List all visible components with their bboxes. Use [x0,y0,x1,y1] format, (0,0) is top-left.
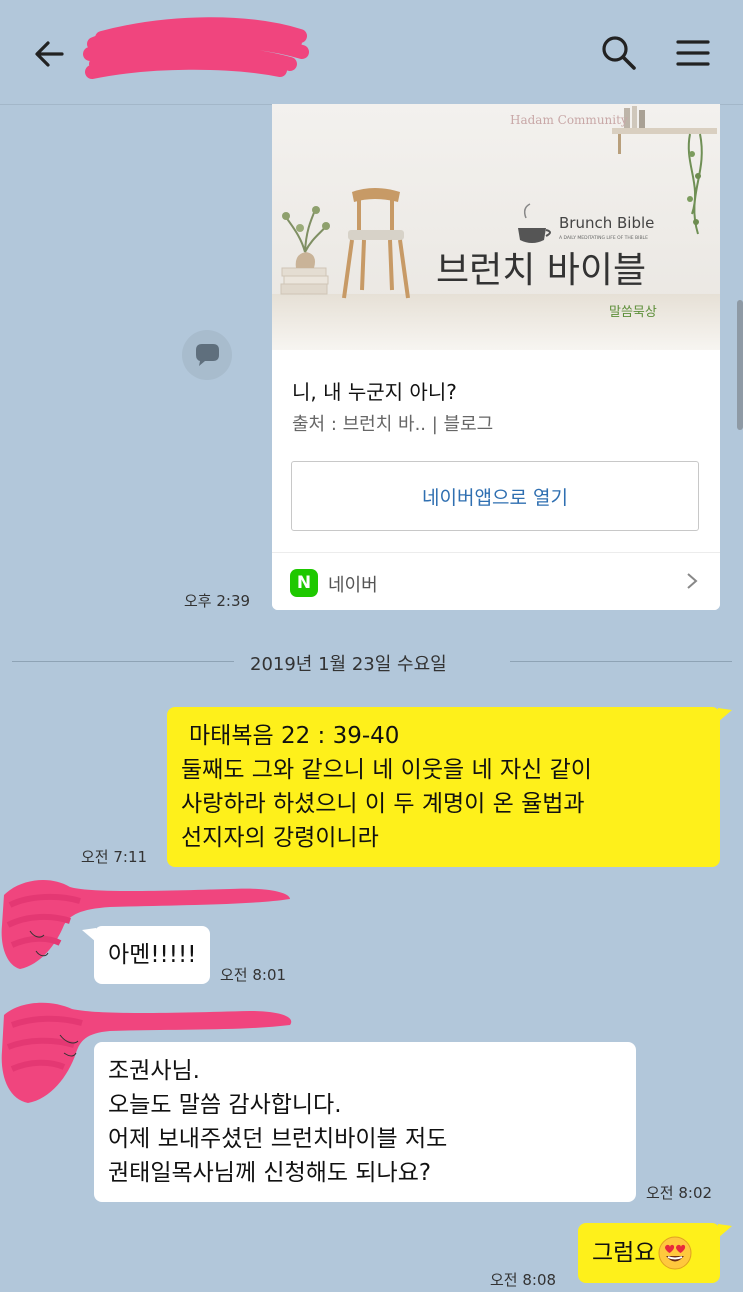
message-bubble-mine[interactable]: 마태복음 22 : 39-40 둘째도 그와 같으니 네 이웃을 네 자신 같이… [167,707,720,867]
message-bubble-theirs[interactable]: 아멘!!!!! [94,926,210,984]
message-bubble-mine[interactable]: 그럼요 [578,1223,720,1283]
message-time: 오후 2:39 [184,592,251,610]
heart-eyes-emoji-icon [658,1236,692,1270]
brand-kr-text: 브런치 바이블 [436,250,646,291]
date-divider-text: 2019년 1월 23일 수요일 [250,654,447,675]
link-preview-card[interactable]: Hadam Community Brunch Bible A DAILY MED… [272,104,720,610]
naver-label: 네이버 [328,575,378,596]
message-text: 그럼요 [592,1240,656,1266]
card-source: 출처 : 브런치 바.. | 블로그 [292,414,494,435]
bubble-tail [718,1224,732,1238]
speech-bubble-icon [196,344,219,366]
message-line: 권태일목사님께 신청해도 되나요? [108,1160,432,1186]
watermark-text: Hadam Community [510,113,628,127]
scrollbar[interactable] [737,300,743,430]
card-footer[interactable]: N 네이버 [272,552,720,610]
card-title: 니, 내 누군지 아니? [292,380,457,404]
brand-subtitle-text: 말씀묵상 [609,305,657,320]
message-time: 오전 8:01 [220,966,287,984]
brand-tagline-text: A DAILY MEDITATING LIFE OF THE BIBLE [559,235,648,241]
divider-line [12,661,234,662]
brand-en-text: Brunch Bible [559,214,654,232]
divider-line [510,661,732,662]
message-time: 오전 8:02 [646,1184,713,1202]
message-line: 사랑하라 하셨으니 이 두 계명이 온 율법과 [181,791,585,817]
arrow-left-icon[interactable] [28,32,72,76]
message-line: 어제 보내주셨던 브런치바이블 저도 [108,1126,448,1152]
open-in-naver-app-button[interactable]: 네이버앱으로 열기 [291,461,699,531]
chevron-right-icon [687,573,698,589]
naver-logo-icon: N [290,569,318,597]
card-thumbnail-image: Hadam Community Brunch Bible A DAILY MED… [272,104,720,350]
chat-header [0,0,743,105]
message-time: 오전 7:11 [81,848,148,866]
message-line: 조권사님. [108,1058,200,1084]
redacted-chat-title [83,17,309,79]
hamburger-menu-icon[interactable] [670,30,716,76]
message-time: 오전 8:08 [490,1271,557,1289]
message-line: 오늘도 말씀 감사합니다. [108,1092,342,1118]
share-button[interactable] [182,330,232,380]
bubble-tail [718,708,732,722]
message-line: 마태복음 22 : 39-40 [189,723,400,749]
message-line: 선지자의 강령이니라 [181,825,379,851]
message-bubble-theirs[interactable]: 조권사님. 오늘도 말씀 감사합니다. 어제 보내주셨던 브런치바이블 저도 권… [94,1042,636,1202]
search-icon[interactable] [596,30,642,76]
message-line: 둘째도 그와 같으니 네 이웃을 네 자신 같이 [181,757,592,783]
